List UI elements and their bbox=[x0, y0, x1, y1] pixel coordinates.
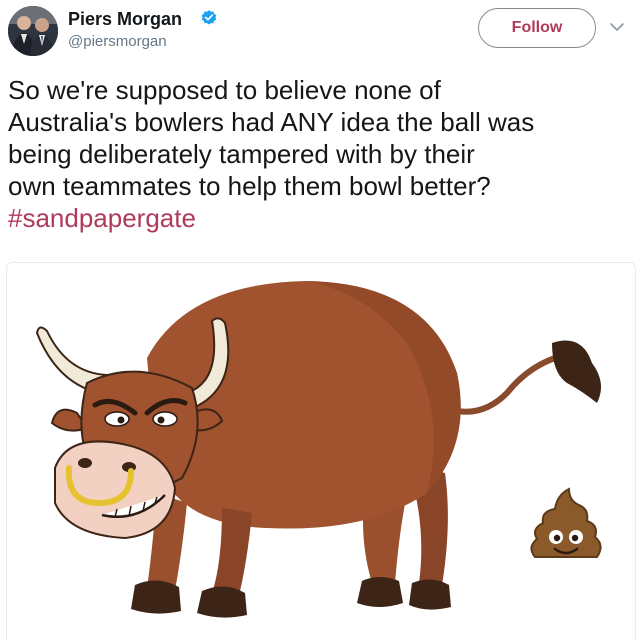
follow-button[interactable]: Follow bbox=[478, 8, 596, 48]
avatar-photo-icon bbox=[8, 6, 58, 56]
tweet-text-line: being deliberately tampered with by thei… bbox=[8, 139, 475, 169]
tweet-header: Piers Morgan @piersmorgan Follow bbox=[0, 0, 640, 62]
display-name[interactable]: Piers Morgan bbox=[68, 8, 182, 30]
tweet-card: Piers Morgan @piersmorgan Follow So we'r… bbox=[0, 0, 640, 640]
tweet-text-line: Australia's bowlers had ANY idea the bal… bbox=[8, 107, 535, 137]
poop-emoji-icon bbox=[530, 487, 602, 558]
user-handle[interactable]: @piersmorgan bbox=[68, 33, 167, 51]
avatar[interactable] bbox=[8, 6, 58, 56]
tweet-text-line: own teammates to help them bowl better? bbox=[8, 171, 491, 201]
tweet-text-line: So we're supposed to believe none of bbox=[8, 75, 441, 105]
hashtag-link[interactable]: #sandpapergate bbox=[8, 202, 632, 234]
verified-badge-icon bbox=[201, 10, 217, 25]
tweet-media-image[interactable] bbox=[6, 262, 636, 640]
chevron-down-icon[interactable] bbox=[608, 18, 626, 36]
tweet-text: So we're supposed to believe none of Aus… bbox=[8, 74, 632, 234]
cartoon-bull-with-nose-ring-icon bbox=[35, 281, 601, 618]
